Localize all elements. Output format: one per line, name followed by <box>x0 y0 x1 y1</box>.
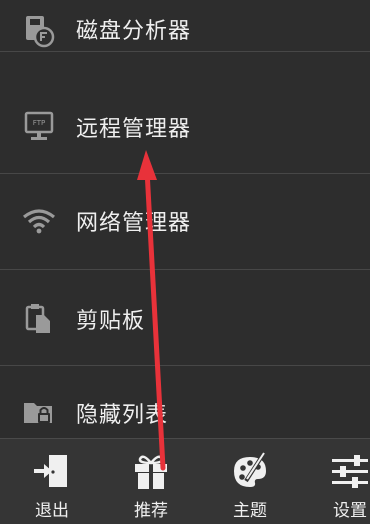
disk-analyzer-icon <box>22 14 56 48</box>
clipboard-icon <box>22 301 56 335</box>
menu-item-remote-manager[interactable]: FTP 远程管理器 <box>0 78 370 174</box>
tab-label: 退出 <box>35 501 69 521</box>
menu-item-label: 网络管理器 <box>76 211 192 236</box>
menu-item-clipboard[interactable]: 剪贴板 <box>0 270 370 366</box>
tab-label: 设置 <box>333 501 367 521</box>
menu-item-label: 远程管理器 <box>76 117 192 142</box>
tab-exit[interactable]: 退出 <box>12 439 92 524</box>
wifi-icon <box>22 203 56 237</box>
exit-door-icon <box>32 451 72 491</box>
menu-item-label: 隐藏列表 <box>76 403 169 428</box>
tab-label: 推荐 <box>134 501 168 521</box>
menu-item-label: 磁盘分析器 <box>76 19 192 44</box>
menu-item-network-manager[interactable]: 网络管理器 <box>0 174 370 270</box>
palette-icon <box>230 451 270 491</box>
tab-theme[interactable]: 主题 <box>210 439 290 524</box>
svg-text:FTP: FTP <box>33 119 45 127</box>
tools-menu: 磁盘分析器 FTP 远程管理器 网络管理器 剪贴板 隐藏列表 <box>0 0 370 462</box>
settings-sliders-icon <box>330 451 370 491</box>
bottom-toolbar: 退出 推荐 主题 设置 <box>0 438 370 524</box>
menu-item-disk-analyzer[interactable]: 磁盘分析器 <box>0 0 370 52</box>
tab-label: 主题 <box>233 501 267 521</box>
ftp-monitor-icon: FTP <box>22 109 56 143</box>
menu-item-label: 剪贴板 <box>76 309 146 334</box>
hidden-folder-icon <box>22 395 56 429</box>
gift-icon <box>131 451 171 491</box>
tab-settings[interactable]: 设置 <box>310 439 370 524</box>
tab-recommend[interactable]: 推荐 <box>111 439 191 524</box>
